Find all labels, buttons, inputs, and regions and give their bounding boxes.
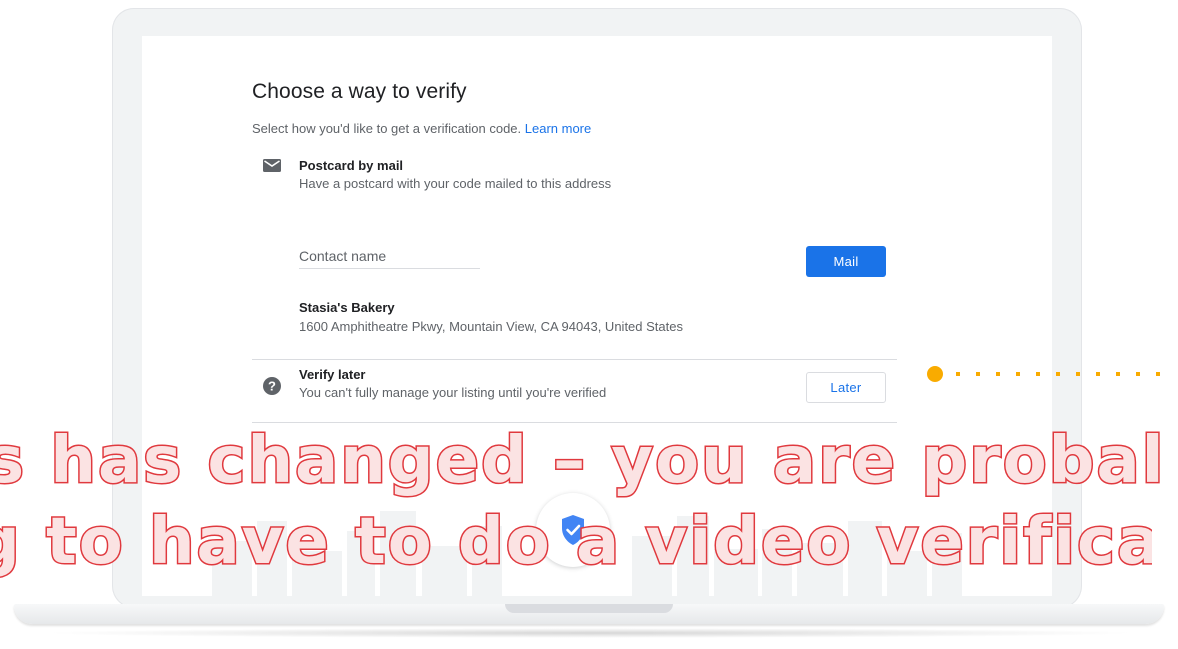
postcard-description: Have a postcard with your code mailed to… xyxy=(299,176,612,191)
laptop-base xyxy=(0,600,1178,640)
overlay-caption-line2: g to have to do a video verificat xyxy=(0,505,1152,579)
verify-card: Choose a way to verify Select how you'd … xyxy=(252,80,897,423)
laptop-shadow xyxy=(40,628,1140,638)
learn-more-link[interactable]: Learn more xyxy=(525,121,591,136)
postcard-title: Postcard by mail xyxy=(299,158,404,173)
divider xyxy=(252,422,897,423)
contact-name-input[interactable] xyxy=(299,244,480,269)
help-icon: ? xyxy=(262,376,282,396)
later-button[interactable]: Later xyxy=(806,372,886,403)
subtitle-text: Select how you'd like to get a verificat… xyxy=(252,121,522,136)
divider xyxy=(252,359,897,360)
verify-later-description: You can't fully manage your listing unti… xyxy=(299,385,607,400)
overlay-caption-line1: s has changed – you are probal xyxy=(0,424,1164,498)
mail-icon xyxy=(262,156,282,176)
page-subtitle: Select how you'd like to get a verificat… xyxy=(252,121,591,136)
verify-later-title: Verify later xyxy=(299,367,366,382)
dotted-connector xyxy=(927,366,1160,382)
laptop-notch xyxy=(505,604,673,613)
business-address: 1600 Amphitheatre Pkwy, Mountain View, C… xyxy=(299,319,683,334)
mail-button[interactable]: Mail xyxy=(806,246,886,277)
business-name: Stasia's Bakery xyxy=(299,300,395,315)
svg-text:?: ? xyxy=(268,379,276,394)
page-title: Choose a way to verify xyxy=(252,80,467,103)
